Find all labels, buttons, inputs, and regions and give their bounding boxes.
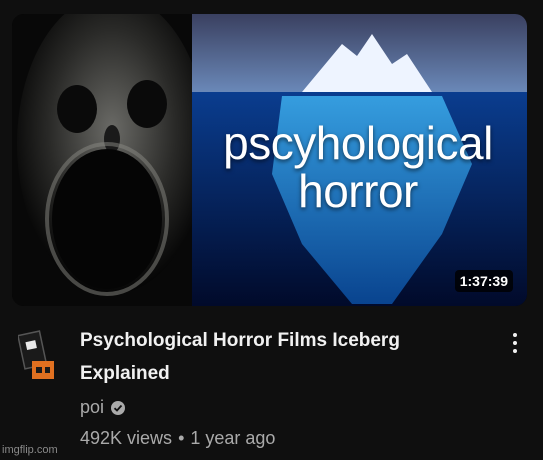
thumbnail-text-line2: horror [298,165,418,217]
verified-check-icon [111,400,126,415]
menu-dot [513,333,517,337]
upload-age: 1 year ago [190,428,276,448]
video-metadata: 492K views • 1 year ago [80,428,275,449]
channel-row: poi [80,397,126,418]
more-vert-icon[interactable] [505,328,525,358]
meta-separator: • [178,428,185,448]
video-thumbnail[interactable]: pscyhological horror 1:37:39 [12,14,527,306]
thumbnail-text-line1: pscyhological [223,117,493,169]
channel-avatar[interactable] [18,327,58,383]
menu-dot [513,341,517,345]
watermark: imgflip.com [2,444,58,456]
video-card[interactable]: pscyhological horror 1:37:39 Psychologic… [0,0,543,460]
channel-name[interactable]: poi [80,397,104,418]
thumbnail-overlay-text: pscyhological horror [178,119,527,215]
video-title[interactable]: Psychological Horror Films Iceberg Expla… [80,324,480,390]
view-count: 492K views [80,428,173,448]
menu-dot [513,349,517,353]
duration-badge: 1:37:39 [454,270,513,292]
